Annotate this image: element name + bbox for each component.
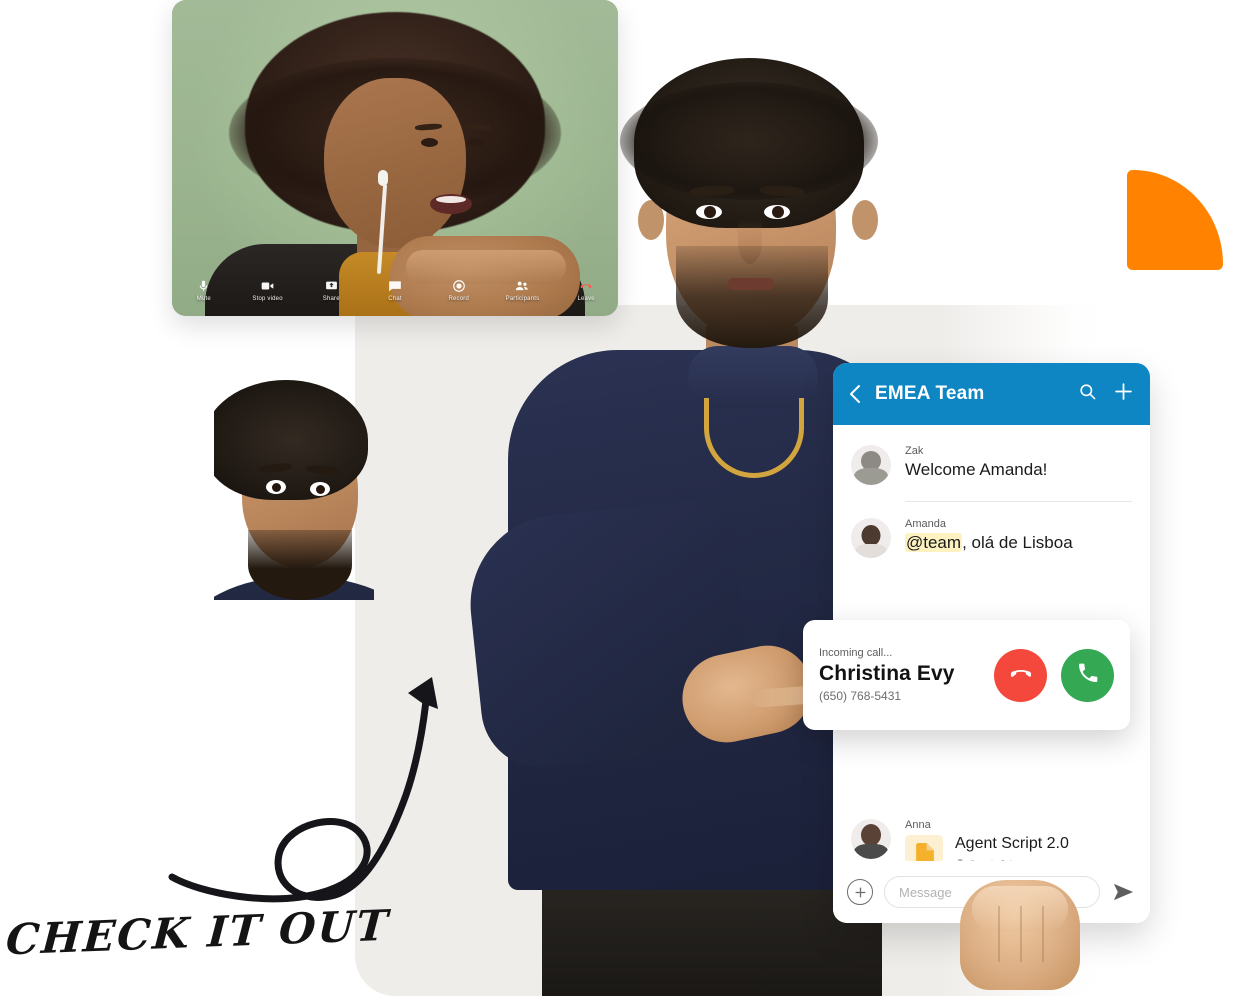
chevron-left-icon[interactable] [849, 384, 861, 404]
main-person-ear-right [852, 200, 878, 240]
video-toolbar-label: Mute [196, 296, 211, 302]
file-title: Agent Script 2.0 [955, 835, 1069, 852]
send-paper-plane-icon[interactable] [1111, 881, 1136, 904]
people-icon [514, 279, 530, 293]
video-toolbar-share-button[interactable]: Share [313, 279, 349, 302]
peeking-person-pupil-left [272, 483, 281, 492]
incoming-call-caller-name: Christina Evy [819, 662, 955, 685]
search-icon[interactable] [1078, 382, 1097, 406]
video-call-toolbar: Mute Stop video Share Chat Record Partic… [172, 279, 618, 302]
leave-call-icon [578, 279, 594, 293]
video-toolbar-label: Record [448, 296, 469, 302]
message-text: Welcome Amanda! [905, 460, 1048, 479]
main-person-hair [620, 58, 878, 228]
decline-call-button[interactable] [994, 648, 1047, 702]
phone-hangup-icon [1008, 660, 1034, 691]
video-toolbar-label: Chat [388, 296, 402, 302]
avatar [851, 445, 891, 485]
message-text-rest: , olá de Lisboa [962, 533, 1073, 552]
main-person-hands-overlay [960, 880, 1080, 990]
list-item[interactable]: Amanda @team, olá de Lisboa [833, 502, 1150, 558]
video-toolbar-record-button[interactable]: Record [441, 279, 477, 302]
video-toolbar-mute-button[interactable]: Mute [186, 279, 222, 302]
video-participant-eye-left [421, 138, 438, 147]
incoming-call-phone-number: (650) 768-5431 [819, 689, 902, 703]
incoming-call-status: Incoming call... [819, 647, 893, 659]
main-person-pupil-right [772, 206, 784, 218]
scene-canvas: Mute Stop video Share Chat Record Partic… [0, 0, 1256, 996]
chat-header: EMEA Team [833, 363, 1150, 425]
orange-quarter-circle-decoration [1127, 170, 1223, 270]
chat-bubble-icon [388, 279, 402, 293]
incoming-call-card[interactable]: Incoming call... Christina Evy (650) 768… [803, 620, 1130, 730]
record-circle-icon [452, 279, 466, 293]
peeking-person-photo [214, 380, 374, 600]
incoming-call-actions [994, 648, 1114, 702]
main-person-beard [676, 246, 828, 348]
list-item[interactable]: Zak Welcome Amanda! [833, 435, 1150, 485]
video-toolbar-leave-button[interactable]: Leave [568, 279, 604, 302]
curved-arrow-doodle [160, 655, 460, 910]
mention-token[interactable]: @team [905, 533, 963, 552]
peeking-person-pupil-right [316, 485, 325, 494]
main-person-mouth [728, 278, 774, 290]
phone-answer-icon [1076, 661, 1100, 690]
avatar [851, 518, 891, 558]
handwritten-caption: CHECK IT OUT [4, 900, 392, 965]
peeking-person-hair [214, 380, 368, 500]
avatar [851, 819, 891, 859]
video-toolbar-participants-button[interactable]: Participants [505, 279, 541, 302]
main-person-pupil-left [704, 206, 716, 218]
microphone-icon [197, 279, 210, 293]
peeking-person-beard [248, 530, 352, 600]
message-sender-name: Zak [905, 445, 924, 457]
message-sender-name: Amanda [905, 518, 946, 530]
video-toolbar-label: Share [322, 296, 340, 302]
plus-circle-icon[interactable] [847, 879, 873, 905]
video-toolbar-label: Stop video [252, 296, 283, 302]
video-toolbar-label: Participants [505, 296, 540, 302]
video-toolbar-stop-video-button[interactable]: Stop video [250, 279, 286, 302]
video-camera-icon [260, 279, 275, 293]
message-text: @team, olá de Lisboa [905, 533, 1132, 553]
chat-title: EMEA Team [875, 383, 985, 404]
accept-call-button[interactable] [1061, 648, 1114, 702]
video-toolbar-chat-button[interactable]: Chat [377, 279, 413, 302]
chat-header-actions [1078, 381, 1134, 407]
incoming-call-info: Incoming call... Christina Evy (650) 768… [819, 647, 984, 703]
message-sender-name: Anna [905, 819, 931, 831]
plus-icon[interactable] [1113, 381, 1134, 407]
video-toolbar-label: Leave [577, 296, 595, 302]
video-participant-face [324, 78, 466, 248]
screen-share-icon [325, 279, 338, 293]
